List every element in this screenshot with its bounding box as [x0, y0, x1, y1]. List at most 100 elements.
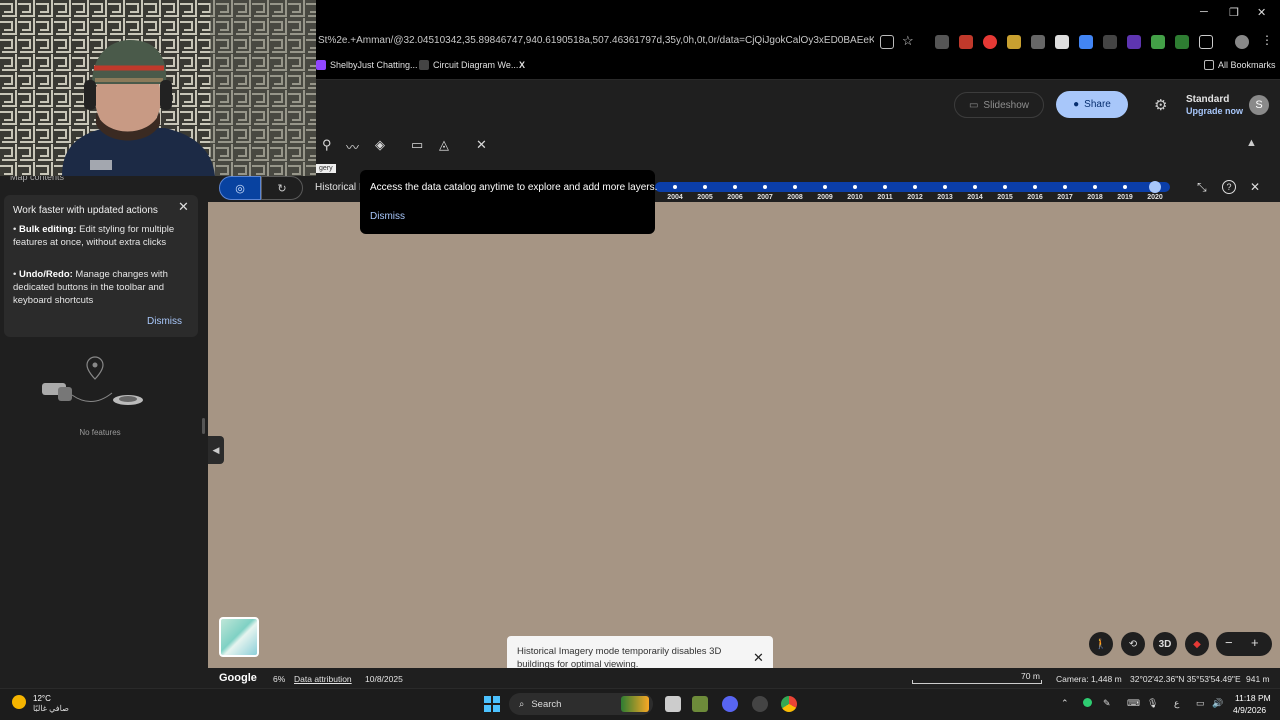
extension-icon[interactable]: [1055, 35, 1069, 49]
tools-icon[interactable]: ✕: [476, 137, 487, 153]
compass-icon[interactable]: ◆: [1185, 632, 1209, 656]
extension-icon[interactable]: [1031, 35, 1045, 49]
timeline-dot[interactable]: [913, 185, 917, 189]
timeline-year-label: 2006: [727, 194, 743, 201]
bookmark-favicon-icon: [419, 60, 429, 70]
language-indicator[interactable]: ع: [1174, 698, 1179, 709]
puzzle-icon[interactable]: [1199, 35, 1213, 49]
more-menu-icon[interactable]: ⋮: [1261, 33, 1273, 47]
info-dismiss-button[interactable]: Dismiss: [147, 316, 182, 327]
threed-button[interactable]: 3D: [1153, 632, 1177, 656]
person-add-icon: ●: [1073, 99, 1080, 110]
timeline-dot[interactable]: [1063, 185, 1067, 189]
timeline-dot[interactable]: [793, 185, 797, 189]
google-logo: Google: [219, 672, 257, 684]
chevron-up-icon[interactable]: ⌃: [1061, 698, 1069, 709]
pin-icon[interactable]: ⚲: [322, 137, 332, 153]
close-window-button[interactable]: ✕: [1257, 6, 1266, 19]
collapse-panel-button[interactable]: ◀: [208, 436, 224, 464]
close-icon[interactable]: ✕: [1250, 180, 1260, 194]
widget-icon[interactable]: [621, 696, 649, 712]
rotate-off-icon[interactable]: ⟲: [1121, 632, 1145, 656]
mic-icon[interactable]: 🎙: [1147, 698, 1158, 709]
timeline-dot[interactable]: [703, 185, 707, 189]
discord-icon[interactable]: [722, 696, 738, 712]
timeline-handle[interactable]: [1149, 181, 1161, 193]
app-icon[interactable]: [752, 696, 768, 712]
avatar[interactable]: S: [1249, 95, 1269, 115]
chevron-up-icon[interactable]: ▲: [1246, 137, 1257, 149]
help-icon[interactable]: ?: [1222, 180, 1236, 194]
slideshow-button[interactable]: ▭ Slideshow: [954, 92, 1044, 118]
timeline-dot[interactable]: [943, 185, 947, 189]
pegman-icon[interactable]: 🚶: [1089, 632, 1113, 656]
timeline-dot[interactable]: [763, 185, 767, 189]
extension-icon[interactable]: [1127, 35, 1141, 49]
extension-icon[interactable]: [959, 35, 973, 49]
network-icon[interactable]: ▭: [1196, 698, 1205, 709]
close-icon[interactable]: ✕: [753, 650, 764, 666]
bookmark-item[interactable]: Circuit Diagram We...: [419, 60, 518, 70]
imagery-date: 10/8/2025: [365, 674, 403, 684]
zoom-out-button[interactable]: −: [1225, 635, 1233, 650]
restore-button[interactable]: ❐: [1229, 6, 1239, 19]
extension-icon[interactable]: [935, 35, 949, 49]
bookmark-item[interactable]: ShelbyJust Chatting...: [316, 60, 418, 70]
timeline-dot[interactable]: [1093, 185, 1097, 189]
timeline-dot[interactable]: [973, 185, 977, 189]
timeline-dot[interactable]: [1033, 185, 1037, 189]
extension-icon[interactable]: [1007, 35, 1021, 49]
data-attribution-link[interactable]: Data attribution: [294, 674, 352, 684]
upgrade-link[interactable]: Upgrade now: [1186, 106, 1243, 116]
weather-temp[interactable]: 12°C: [33, 694, 51, 703]
map-canvas[interactable]: [208, 202, 1280, 668]
shield-icon[interactable]: [1151, 35, 1165, 49]
current-mode-button[interactable]: ↻: [261, 176, 303, 200]
minimize-button[interactable]: ─: [1200, 6, 1208, 18]
historical-mode-button[interactable]: ◎: [219, 176, 261, 200]
timeline-dot[interactable]: [883, 185, 887, 189]
all-bookmarks[interactable]: All Bookmarks: [1204, 60, 1276, 70]
gear-icon[interactable]: ⚙: [1154, 96, 1167, 114]
timeline-dot[interactable]: [673, 185, 677, 189]
map-style-thumbnail[interactable]: [219, 617, 259, 657]
bulk-bold: Bulk editing:: [18, 224, 77, 235]
clock-date[interactable]: 4/9/2026: [1233, 705, 1266, 715]
start-button[interactable]: [484, 696, 500, 712]
chart-icon[interactable]: ◬: [439, 137, 449, 153]
bookmark-label: Circuit Diagram We...: [433, 60, 519, 70]
task-view-icon[interactable]: [665, 696, 681, 712]
timeline-dot[interactable]: [733, 185, 737, 189]
catalog-dismiss-button[interactable]: Dismiss: [370, 211, 405, 222]
weather-desc[interactable]: صافي غالبًا: [33, 704, 69, 713]
extension-icon[interactable]: [983, 35, 997, 49]
translate-icon[interactable]: [1079, 35, 1093, 49]
extension-icon[interactable]: [1175, 35, 1189, 49]
bookmark-x[interactable]: X: [519, 60, 525, 70]
path-icon[interactable]: 〰: [346, 137, 359, 156]
share-button[interactable]: ● Share: [1056, 91, 1128, 118]
collapse-arrows-icon[interactable]: ⤡: [1197, 180, 1207, 195]
close-icon[interactable]: ✕: [178, 199, 189, 215]
panel-scrollbar[interactable]: [202, 418, 205, 434]
zoom-in-button[interactable]: +: [1251, 635, 1259, 650]
install-icon[interactable]: [880, 35, 894, 49]
layers-icon[interactable]: ◈: [375, 137, 385, 153]
ruler-icon[interactable]: ▭: [411, 137, 423, 153]
keyboard-icon[interactable]: ⌨: [1127, 698, 1140, 709]
timeline-dot[interactable]: [823, 185, 827, 189]
timeline-dot[interactable]: [853, 185, 857, 189]
url-field[interactable]: St%2e.+Amman/@32.04510342,35.89846747,94…: [318, 35, 874, 46]
clock-time[interactable]: 11:18 PM: [1235, 693, 1271, 703]
pen-icon[interactable]: ✎: [1103, 698, 1111, 709]
extension-icon[interactable]: [1103, 35, 1117, 49]
tray-app-icon[interactable]: [1083, 698, 1092, 707]
timeline-dot[interactable]: [1123, 185, 1127, 189]
timeline-dot[interactable]: [1003, 185, 1007, 189]
volume-icon[interactable]: 🔊: [1212, 698, 1223, 709]
weather-icon[interactable]: [12, 695, 26, 709]
profile-icon[interactable]: [1235, 35, 1249, 49]
star-icon[interactable]: ☆: [902, 33, 914, 49]
chrome-icon[interactable]: [781, 696, 797, 712]
minecraft-icon[interactable]: [692, 696, 708, 712]
